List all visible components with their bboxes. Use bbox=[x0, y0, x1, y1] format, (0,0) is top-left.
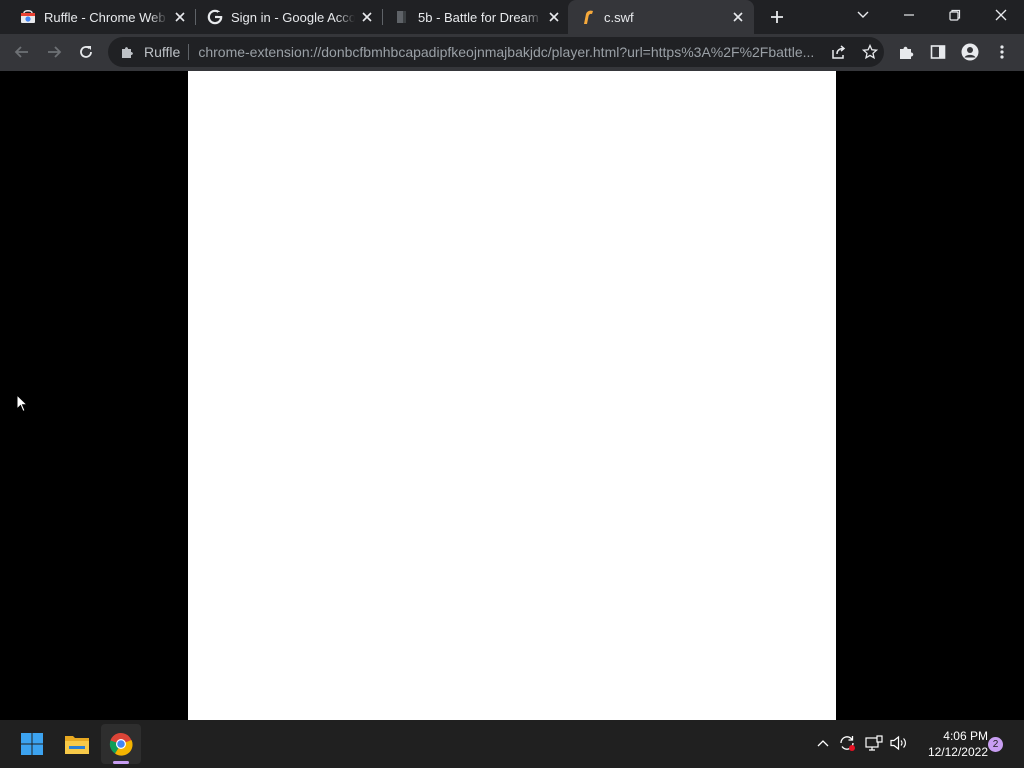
minimize-icon bbox=[904, 14, 914, 16]
clock-time: 4:06 PM bbox=[943, 729, 988, 743]
menu-button[interactable] bbox=[988, 38, 1016, 66]
address-divider bbox=[188, 44, 190, 60]
ruffle-icon bbox=[580, 9, 596, 25]
active-app-indicator bbox=[113, 761, 129, 764]
tab-google-sign-in[interactable]: Sign in - Google Accounts bbox=[187, 0, 381, 34]
tab-title: 5b - Battle for Dream Island bbox=[418, 9, 542, 25]
side-panel-button[interactable] bbox=[924, 38, 952, 66]
tab-c-swf[interactable]: c.swf bbox=[568, 0, 754, 34]
bookmark-button[interactable] bbox=[856, 38, 884, 66]
file-explorer-button[interactable] bbox=[57, 724, 97, 764]
folder-icon bbox=[65, 736, 89, 754]
tab-title: Sign in - Google Accounts bbox=[231, 9, 355, 25]
address-bar[interactable]: Ruffle chrome-extension://donbcfbmhbcapa… bbox=[108, 37, 884, 67]
tab-strip: Ruffle - Chrome Web Store Sign in - Goog… bbox=[0, 0, 1024, 34]
chrome-icon bbox=[109, 732, 133, 756]
star-icon bbox=[862, 44, 878, 60]
plus-icon bbox=[771, 11, 783, 23]
restore-button[interactable] bbox=[932, 0, 978, 30]
close-tab-icon[interactable] bbox=[172, 9, 188, 25]
site-chip: Ruffle bbox=[144, 44, 181, 60]
back-button[interactable] bbox=[8, 38, 36, 66]
close-icon bbox=[995, 9, 1007, 21]
google-icon bbox=[207, 9, 223, 25]
clock-date: 12/12/2022 bbox=[927, 745, 988, 759]
profile-button[interactable] bbox=[956, 38, 984, 66]
close-tab-icon[interactable] bbox=[730, 9, 746, 25]
tab-ruffle-chrome-web-store[interactable]: Ruffle - Chrome Web Store bbox=[0, 0, 194, 34]
ruffle-player-canvas[interactable] bbox=[188, 71, 836, 720]
minimize-button[interactable] bbox=[886, 0, 932, 30]
windows-taskbar: 4:06 PM 12/12/2022 2 bbox=[0, 720, 1024, 768]
puzzle-icon bbox=[119, 44, 135, 60]
show-hidden-icons-button[interactable] bbox=[812, 732, 834, 754]
chevron-down-icon bbox=[857, 11, 869, 18]
url-text[interactable]: chrome-extension://donbcfbmhbcapadipfkeo… bbox=[198, 44, 818, 60]
chevron-up-icon bbox=[817, 740, 829, 747]
page-content bbox=[0, 71, 1024, 720]
side-panel-icon bbox=[930, 45, 946, 59]
arrow-left-icon bbox=[14, 46, 28, 58]
network-icon[interactable] bbox=[863, 732, 885, 754]
restore-icon bbox=[949, 9, 961, 21]
close-tab-icon[interactable] bbox=[546, 9, 562, 25]
page-icon bbox=[394, 9, 410, 25]
share-button[interactable] bbox=[825, 38, 853, 66]
tab-search-button[interactable] bbox=[840, 0, 886, 30]
browser-toolbar: Ruffle chrome-extension://donbcfbmhbcapa… bbox=[0, 34, 1024, 71]
reload-button[interactable] bbox=[72, 38, 100, 66]
kebab-menu-icon bbox=[1000, 45, 1004, 59]
windows-logo-icon bbox=[21, 733, 43, 755]
volume-icon[interactable] bbox=[888, 732, 910, 754]
chrome-taskbar-button[interactable] bbox=[101, 724, 141, 764]
chrome-web-store-icon bbox=[20, 9, 36, 25]
arrow-right-icon bbox=[48, 46, 62, 58]
system-clock[interactable]: 4:06 PM 12/12/2022 bbox=[914, 728, 988, 760]
mouse-cursor-icon bbox=[16, 393, 29, 418]
start-button[interactable] bbox=[12, 724, 52, 764]
sync-status-icon[interactable] bbox=[836, 732, 858, 754]
forward-button[interactable] bbox=[40, 38, 68, 66]
tab-title: c.swf bbox=[604, 9, 634, 25]
reload-icon bbox=[80, 46, 92, 58]
new-tab-button[interactable] bbox=[766, 6, 788, 28]
tab-battle-for-dream-island[interactable]: 5b - Battle for Dream Island bbox=[374, 0, 568, 34]
close-window-button[interactable] bbox=[978, 0, 1024, 30]
share-icon bbox=[832, 45, 846, 59]
notification-badge[interactable]: 2 bbox=[988, 737, 1003, 752]
avatar-icon bbox=[961, 43, 979, 61]
extensions-button[interactable] bbox=[892, 38, 920, 66]
tab-title: Ruffle - Chrome Web Store bbox=[44, 9, 168, 25]
close-tab-icon[interactable] bbox=[359, 9, 375, 25]
puzzle-icon bbox=[900, 46, 914, 59]
